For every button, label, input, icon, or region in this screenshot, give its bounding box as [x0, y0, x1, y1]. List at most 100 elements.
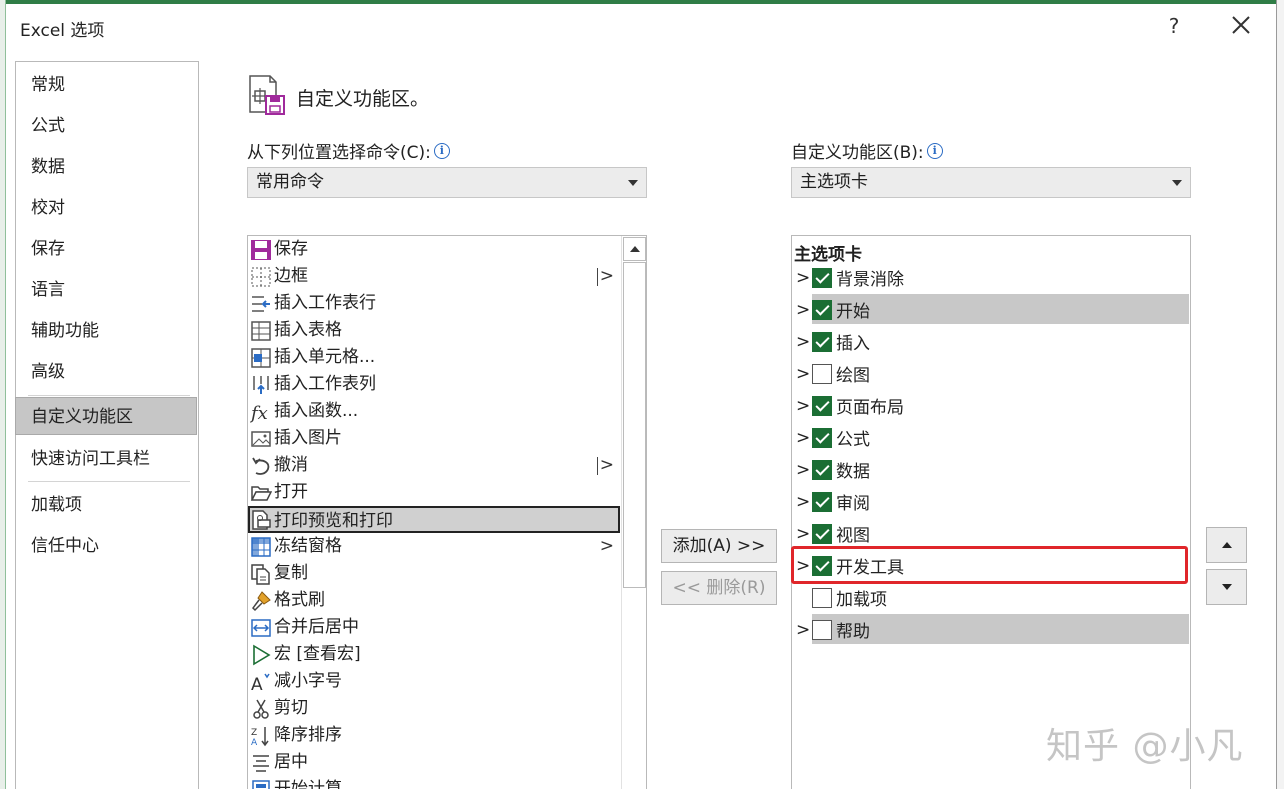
list-item[interactable]: 插入单元格...	[248, 344, 620, 371]
svg-text:A: A	[251, 675, 263, 693]
nav-item-save[interactable]: 保存	[16, 230, 198, 268]
list-item[interactable]: 插入表格	[248, 317, 620, 344]
expand-chevron-icon[interactable]: >	[796, 460, 810, 480]
tab-checkbox[interactable]	[812, 268, 832, 288]
tab-checkbox[interactable]	[812, 332, 832, 352]
nav-item-accessibility[interactable]: 辅助功能	[16, 312, 198, 350]
scroll-up-button[interactable]	[623, 237, 646, 261]
remove-button[interactable]: << 删除(R)	[661, 571, 777, 605]
nav-item-general[interactable]: 常规	[16, 66, 198, 104]
list-item[interactable]: 合并后居中	[248, 614, 620, 641]
list-item-label: 插入单元格...	[274, 347, 376, 367]
list-item[interactable]: ZA 降序排序	[248, 722, 620, 749]
list-item[interactable]: 插入工作表列	[248, 371, 620, 398]
submenu-arrow-icon[interactable]: >	[600, 533, 614, 560]
tab-checkbox[interactable]	[812, 620, 832, 640]
nav-item-formulas[interactable]: 公式	[16, 107, 198, 145]
list-item[interactable]: A 减小字号	[248, 668, 620, 695]
expand-chevron-icon[interactable]: >	[796, 364, 810, 384]
tree-item-label: 页面布局	[836, 398, 904, 418]
ribbon-tabs-tree[interactable]: 主选项卡 > 背景消除 > 开始 > 插入 > 绘图 > 页面布局 > 公式 >…	[791, 235, 1191, 789]
move-down-button[interactable]	[1206, 569, 1247, 605]
dialog-title: Excel 选项	[20, 21, 105, 41]
expand-chevron-icon[interactable]: >	[796, 428, 810, 448]
tab-checkbox[interactable]	[812, 492, 832, 512]
list-item-label: 打印预览和打印	[274, 511, 393, 531]
submenu-arrow-icon[interactable]: >	[600, 452, 614, 479]
list-item[interactable]: 打开	[248, 479, 620, 506]
expand-chevron-icon[interactable]: >	[796, 332, 810, 352]
choose-commands-value: 常用命令	[256, 172, 324, 192]
tree-item-label: 数据	[836, 462, 870, 482]
help-button[interactable]: ?	[1164, 14, 1184, 38]
tree-item[interactable]: > 帮助	[792, 614, 1190, 646]
customize-ribbon-label-text: 自定义功能区(B):	[791, 143, 924, 163]
tab-checkbox[interactable]	[812, 460, 832, 480]
tab-checkbox[interactable]	[812, 524, 832, 544]
list-item[interactable]: 宏 [查看宏]	[248, 641, 620, 668]
nav-item-proofing[interactable]: 校对	[16, 189, 198, 227]
nav-item-addins[interactable]: 加载项	[16, 486, 198, 524]
nav-item-data[interactable]: 数据	[16, 148, 198, 186]
expand-chevron-icon[interactable]: >	[796, 300, 810, 320]
move-up-button[interactable]	[1206, 527, 1247, 563]
tree-item-label: 公式	[836, 430, 870, 450]
tree-item[interactable]: > 背景消除	[792, 262, 1190, 294]
list-item[interactable]: 冻结窗格 >	[248, 533, 620, 560]
dropdown-arrow-icon	[1172, 180, 1182, 186]
info-icon[interactable]: i	[433, 143, 450, 159]
list-item[interactable]: 边框 >	[248, 263, 620, 290]
expand-chevron-icon[interactable]: >	[796, 524, 810, 544]
list-item-label: 格式刷	[274, 590, 325, 610]
tree-item[interactable]: > 页面布局	[792, 390, 1190, 422]
list-item[interactable]: 复制	[248, 560, 620, 587]
calculate-icon	[252, 780, 270, 789]
tree-item[interactable]: > 开始	[792, 294, 1190, 326]
tab-checkbox[interactable]	[812, 396, 832, 416]
list-item[interactable]: 保存	[248, 236, 620, 263]
nav-item-customize-ribbon[interactable]: 自定义功能区	[15, 397, 197, 435]
nav-item-quick-access-toolbar[interactable]: 快速访问工具栏	[16, 440, 198, 478]
commands-scrollbar[interactable]	[621, 236, 646, 789]
list-item[interactable]: 撤消 >	[248, 452, 620, 479]
tree-item[interactable]: > 数据	[792, 454, 1190, 486]
list-item[interactable]: 格式刷	[248, 587, 620, 614]
expand-chevron-icon[interactable]: >	[796, 492, 810, 512]
commands-list[interactable]: 保存 边框 > 插入工作表行 插入表格 插入单元格... 插入工作表列 fx 插…	[247, 235, 647, 789]
list-item-selected[interactable]: 打印预览和打印	[248, 506, 620, 533]
expand-chevron-icon[interactable]: >	[796, 268, 810, 288]
nav-item-language[interactable]: 语言	[16, 271, 198, 309]
submenu-arrow-icon[interactable]: >	[600, 263, 614, 290]
list-item[interactable]: 插入图片	[248, 425, 620, 452]
tree-item[interactable]: 加载项	[792, 582, 1190, 614]
tab-checkbox[interactable]	[812, 588, 832, 608]
tree-item[interactable]: > 审阅	[792, 486, 1190, 518]
add-button[interactable]: 添加(A) >>	[661, 529, 777, 563]
nav-item-advanced[interactable]: 高级	[16, 353, 198, 391]
list-item[interactable]: 开始计算	[248, 776, 620, 789]
choose-commands-dropdown[interactable]: 常用命令	[247, 167, 647, 198]
tree-item[interactable]: > 公式	[792, 422, 1190, 454]
tab-checkbox[interactable]	[812, 428, 832, 448]
info-icon[interactable]: i	[926, 143, 943, 159]
undo-icon	[252, 457, 270, 475]
nav-divider	[28, 481, 190, 482]
close-button[interactable]	[1228, 12, 1254, 38]
tree-item[interactable]: > 绘图	[792, 358, 1190, 390]
tree-item[interactable]: > 插入	[792, 326, 1190, 358]
open-folder-icon	[250, 486, 272, 501]
scroll-thumb[interactable]	[623, 262, 646, 588]
expand-chevron-icon[interactable]: >	[796, 396, 810, 416]
nav-item-trust-center[interactable]: 信任中心	[16, 527, 198, 565]
tab-checkbox[interactable]	[812, 364, 832, 384]
list-item[interactable]: 居中	[248, 749, 620, 776]
list-item[interactable]: fx 插入函数...	[248, 398, 620, 425]
list-item-label: 居中	[274, 752, 308, 772]
customize-ribbon-dropdown[interactable]: 主选项卡	[791, 167, 1191, 198]
tab-checkbox[interactable]	[812, 300, 832, 320]
customize-ribbon-value: 主选项卡	[800, 172, 868, 192]
list-item[interactable]: 插入工作表行	[248, 290, 620, 317]
list-item[interactable]: 剪切	[248, 695, 620, 722]
customize-ribbon-label: 自定义功能区(B): i	[791, 138, 943, 163]
expand-chevron-icon[interactable]: >	[796, 620, 810, 640]
